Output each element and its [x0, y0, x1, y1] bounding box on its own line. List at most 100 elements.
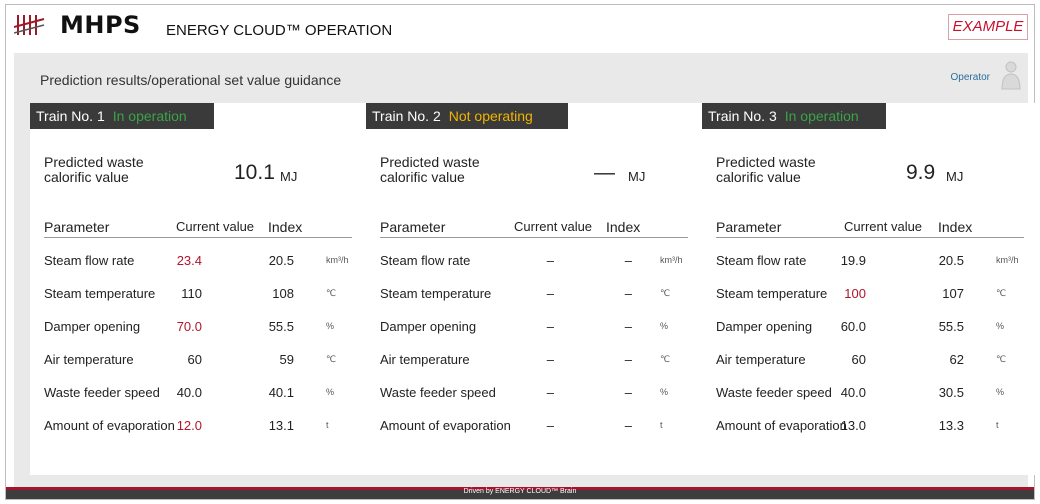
predicted-label: Predicted waste calorific value: [44, 154, 144, 185]
parameter-name: Air temperature: [380, 352, 470, 367]
table-row: Amount of evaporation 13.0 13.3 t: [702, 418, 1038, 440]
index-value: 108: [272, 286, 294, 301]
unit-label: ℃: [996, 354, 1007, 364]
index-value: 13.1: [268, 418, 294, 433]
predicted-value: 9.9: [906, 161, 936, 184]
operator-link[interactable]: Operator: [951, 72, 990, 83]
predicted-value: —: [594, 161, 615, 184]
parameter-name: Steam flow rate: [380, 253, 471, 268]
table-row: Damper opening 70.0 55.5%: [30, 319, 366, 341]
table-row: Steam flow rate – – km³/h: [366, 253, 702, 275]
index-value: 55.5: [268, 319, 294, 334]
current-value: 100: [844, 286, 866, 301]
current-value: 12.0: [176, 418, 202, 433]
unit-label: t: [326, 420, 329, 430]
col-header-current: Current value: [176, 219, 255, 234]
unit-label: km³/h: [326, 255, 349, 265]
unit-label: %: [996, 387, 1005, 397]
unit-label: ℃: [326, 288, 337, 298]
current-value: –: [546, 352, 554, 367]
table-row: Amount of evaporation 12.0 13.1 t: [30, 418, 366, 440]
unit-label: %: [996, 321, 1005, 331]
parameter-name: Damper opening: [380, 319, 477, 334]
table-row: Waste feeder speed 40.0 30.5%: [702, 385, 1038, 407]
operator-user-icon[interactable]: [1000, 59, 1022, 91]
current-value: –: [546, 385, 554, 400]
train-panel-header: Train No. 3 In operation: [702, 103, 886, 129]
index-value: –: [624, 286, 632, 301]
unit-label: t: [996, 420, 999, 430]
unit-label: %: [326, 321, 335, 331]
app-window: MHPS ENERGY CLOUD™ OPERATION EXAMPLE Pre…: [5, 4, 1038, 500]
train-status: In operation: [112, 108, 187, 124]
table-row: Damper opening 60.0 55.5%: [702, 319, 1038, 341]
train-panel-header: Train No. 2 Not operating: [366, 103, 568, 129]
index-value: 40.1: [268, 385, 294, 400]
current-value: 60: [187, 352, 202, 367]
index-value: –: [624, 385, 632, 400]
unit-label: %: [660, 321, 669, 331]
train-panel-3: Train No. 3 In operation Predicted waste …: [702, 103, 1038, 475]
predicted-unit: MJ: [946, 169, 964, 184]
index-value: 55.5: [938, 319, 964, 334]
index-value: 107: [942, 286, 964, 301]
index-value: 20.5: [268, 253, 294, 268]
index-value: 30.5: [938, 385, 964, 400]
index-value: –: [624, 418, 632, 433]
footer-bar: Driven by ENERGY CLOUD™ Brain: [6, 487, 1034, 499]
table-row: Amount of evaporation – – t: [366, 418, 702, 440]
product-name: ENERGY CLOUD™ OPERATION: [166, 22, 393, 39]
train-status: Not operating: [448, 108, 533, 124]
current-value: –: [546, 286, 554, 301]
parameter-name: Waste feeder speed: [380, 385, 496, 400]
current-value: 60.0: [840, 319, 866, 334]
train-panel-1: Train No. 1 In operation Predicted waste …: [30, 103, 366, 475]
predicted-value: 10.1: [234, 161, 275, 184]
table-row: Steam temperature 110 108 ℃: [30, 286, 366, 308]
page-title: Prediction results/operational set value…: [40, 72, 342, 88]
example-badge: EXAMPLE: [948, 14, 1028, 40]
current-value: 23.4: [176, 253, 202, 268]
col-header-index: Index: [268, 219, 303, 235]
parameter-name: Steam temperature: [44, 286, 156, 301]
col-header-index: Index: [606, 219, 641, 235]
current-value: 70.0: [176, 319, 202, 334]
train-panel-header: Train No. 1 In operation: [30, 103, 214, 129]
table-row: Waste feeder speed – –%: [366, 385, 702, 407]
unit-label: ℃: [660, 354, 671, 364]
footer-text: Driven by ENERGY CLOUD™ Brain: [463, 488, 577, 495]
parameter-name: Damper opening: [44, 319, 141, 334]
app-header: MHPS ENERGY CLOUD™ OPERATION EXAMPLE: [6, 5, 1034, 45]
predicted-unit: MJ: [280, 169, 298, 184]
parameter-name: Steam flow rate: [44, 253, 135, 268]
index-value: 59: [279, 352, 294, 367]
current-value: 13.0: [840, 418, 866, 433]
unit-label: ℃: [660, 288, 671, 298]
train-title: Train No. 2: [372, 108, 441, 124]
unit-label: km³/h: [996, 255, 1019, 265]
current-value: 19.9: [840, 253, 866, 268]
table-row: Steam temperature – – ℃: [366, 286, 702, 308]
unit-label: ℃: [996, 288, 1007, 298]
train-status: In operation: [784, 108, 859, 124]
predicted-label: Predicted waste calorific value: [380, 154, 480, 185]
parameter-name: Air temperature: [716, 352, 806, 367]
table-row: Steam flow rate 23.4 20.5 km³/h: [30, 253, 366, 275]
col-header-parameter: Parameter: [380, 219, 446, 235]
current-value: 40.0: [840, 385, 866, 400]
brand-name: MHPS: [60, 11, 141, 39]
current-value: –: [546, 319, 554, 334]
col-header-parameter: Parameter: [716, 219, 782, 235]
current-value: 40.0: [176, 385, 202, 400]
parameter-name: Amount of evaporation: [380, 418, 511, 433]
table-row: Waste feeder speed 40.0 40.1%: [30, 385, 366, 407]
table-divider: [44, 237, 352, 238]
current-value: 60: [851, 352, 866, 367]
table-divider: [380, 237, 688, 238]
index-value: –: [624, 253, 632, 268]
table-row: Air temperature 60 62 ℃: [702, 352, 1038, 374]
index-value: 62: [949, 352, 964, 367]
col-header-current: Current value: [514, 219, 593, 234]
index-value: –: [624, 352, 632, 367]
unit-label: t: [660, 420, 663, 430]
